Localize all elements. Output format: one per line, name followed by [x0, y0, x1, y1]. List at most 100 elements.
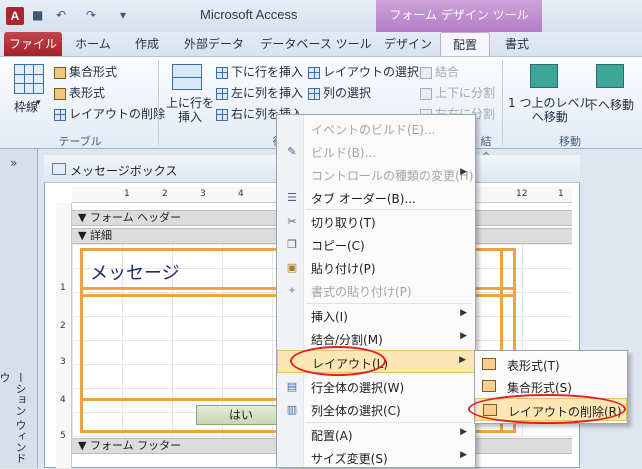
merge-icon [420, 66, 432, 79]
menu-item-tab-order[interactable]: ☰ タブ オーダー(B)... [277, 186, 475, 209]
select-column-button[interactable]: 列の選択 [308, 84, 371, 101]
submenu-arrow-icon: ▶ [460, 167, 467, 177]
undo-icon[interactable]: ↶ [56, 8, 66, 22]
merge-label: 結合 [435, 65, 460, 79]
menu-item-paste-formatting[interactable]: ✦ 書式の貼り付け(P) [277, 279, 475, 302]
format-painter-icon: ✦ [287, 284, 297, 297]
menu-item-paste[interactable]: ▣ 貼り付け(P) [277, 256, 475, 279]
gridlines-icon[interactable] [14, 64, 44, 94]
tab-format[interactable]: 書式 [494, 32, 540, 56]
remove-layout-button[interactable]: レイアウトの削除 [54, 105, 165, 122]
ruler-mark: 1 [60, 283, 66, 293]
insert-below-icon [216, 66, 228, 79]
gridlines-button[interactable]: 枠線 [14, 98, 38, 115]
merge-button[interactable]: 結合 [420, 63, 459, 80]
submenu-arrow-icon: ▶ [459, 355, 466, 365]
tab-create[interactable]: 作成 [124, 32, 170, 56]
navigation-pane-label: ーション ウィンドウ [0, 372, 27, 464]
vertical-ruler[interactable]: 1 2 3 4 5 [56, 203, 72, 468]
menu-item-change-to[interactable]: コントロールの種類の変更(H) ▶ [277, 163, 475, 186]
save-icon[interactable]: ■ [32, 8, 43, 22]
tab-database-tools[interactable]: データベース ツール [258, 32, 374, 56]
menu-item-select-row[interactable]: ▤ 行全体の選択(W) [277, 375, 475, 398]
menu-item-merge-split[interactable]: 結合/分割(M) ▶ [277, 327, 475, 350]
ruler-mark: 3 [60, 357, 66, 367]
move-down-button[interactable]: 下へ移動 [586, 96, 634, 113]
ruler-mark: 4 [60, 395, 66, 405]
stacked-layout-button[interactable]: 集合形式 [54, 63, 117, 80]
stacked-layout-icon [482, 380, 496, 392]
scissors-icon: ✂ [287, 215, 297, 228]
tab-file[interactable]: ファイル [4, 32, 62, 56]
submenu-arrow-icon: ▶ [460, 308, 467, 318]
select-column-icon: ▥ [286, 403, 298, 416]
yes-button[interactable]: はい [196, 405, 286, 425]
menu-item-label: コントロールの種類の変更(H) [311, 169, 474, 183]
window-title: Microsoft Access [200, 7, 298, 22]
annotation-ring [290, 346, 386, 376]
menu-item-label: 書式の貼り付け(P) [311, 285, 412, 299]
remove-layout-icon [54, 108, 66, 121]
tab-design[interactable]: デザイン [378, 32, 438, 56]
select-layout-label: レイアウトの選択 [323, 65, 420, 79]
form-design-tools-header: フォーム デザイン ツール [376, 0, 542, 32]
menu-item-label: サイズ変更(S) [311, 452, 388, 466]
submenu-item-label: 表形式(T) [507, 359, 560, 373]
message-label[interactable]: メッセージ [90, 259, 180, 285]
ruler-mark: 2 [60, 321, 66, 331]
select-layout-icon [308, 66, 320, 79]
remove-layout-label: レイアウトの削除 [69, 107, 166, 121]
menu-item-position[interactable]: 配置(A) ▶ [277, 423, 475, 446]
menu-item-build-event[interactable]: イベントのビルド(E)... [277, 117, 475, 140]
menu-item-label: ビルド(B)... [311, 146, 377, 160]
menu-item-label: 挿入(I) [311, 310, 348, 324]
tabular-layout-icon [482, 358, 496, 370]
insert-below-button[interactable]: 下に行を挿入 [216, 63, 303, 80]
insert-above-icon[interactable] [172, 64, 202, 90]
submenu-arrow-icon: ▶ [460, 427, 467, 437]
menu-item-copy[interactable]: ❐ コピー(C) [277, 233, 475, 256]
menu-item-select-column[interactable]: ▥ 列全体の選択(C) [277, 398, 475, 421]
move-group-label: 移動 [559, 135, 581, 148]
menu-item-label: 貼り付け(P) [311, 262, 376, 276]
menu-item-label: 列全体の選択(C) [311, 404, 401, 418]
ruler-mark: 1 [124, 189, 130, 199]
move-down-icon[interactable] [596, 64, 624, 88]
ruler-mark: 12 [516, 189, 528, 199]
move-up-button[interactable]: 1 つ上のレベル へ移動 [508, 96, 591, 124]
form-header-label: ▼ フォーム ヘッダー [78, 211, 182, 224]
ruler-mark: 4 [238, 189, 244, 199]
chevron-down-icon: ▾ [36, 98, 41, 108]
insert-left-button[interactable]: 左に列を挿入 [216, 84, 303, 101]
select-layout-button[interactable]: レイアウトの選択 [308, 63, 419, 80]
redo-icon[interactable]: ↷ [86, 8, 96, 22]
customize-quick-access-icon[interactable]: ▾ [120, 8, 126, 22]
expand-nav-icon[interactable]: » [10, 156, 17, 170]
select-column-icon [308, 87, 320, 100]
ruler-mark: 1 [558, 189, 564, 199]
menu-item-label: タブ オーダー(B)... [311, 192, 416, 206]
select-row-icon: ▤ [286, 380, 298, 393]
menu-item-label: 切り取り(T) [311, 216, 376, 230]
submenu-item-tabular[interactable]: 表形式(T) [475, 353, 627, 376]
menu-item-insert[interactable]: 挿入(I) ▶ [277, 304, 475, 327]
move-up-icon[interactable] [530, 64, 558, 88]
tab-external-data[interactable]: 外部データ [172, 32, 256, 56]
insert-above-button[interactable]: 上に行を 挿入 [166, 96, 214, 124]
select-column-label: 列の選択 [323, 86, 372, 100]
access-app-icon[interactable]: A [6, 7, 24, 25]
tab-home[interactable]: ホーム [64, 32, 122, 56]
ruler-mark: 2 [162, 189, 168, 199]
title-bar [0, 0, 642, 32]
tab-arrange[interactable]: 配置 [440, 32, 490, 56]
split-vertical-button[interactable]: 上下に分割 [420, 84, 495, 101]
ruler-mark: 3 [200, 189, 206, 199]
paste-icon: ▣ [286, 261, 298, 274]
stacked-layout-label: 集合形式 [69, 65, 118, 79]
build-icon: ✎ [287, 145, 297, 158]
menu-item-label: コピー(C) [311, 239, 365, 253]
menu-item-cut[interactable]: ✂ 切り取り(T) [277, 210, 475, 233]
menu-item-build[interactable]: ✎ ビルド(B)... [277, 140, 475, 163]
tabular-layout-button[interactable]: 表形式 [54, 84, 105, 101]
menu-item-size[interactable]: サイズ変更(S) ▶ [277, 446, 475, 469]
